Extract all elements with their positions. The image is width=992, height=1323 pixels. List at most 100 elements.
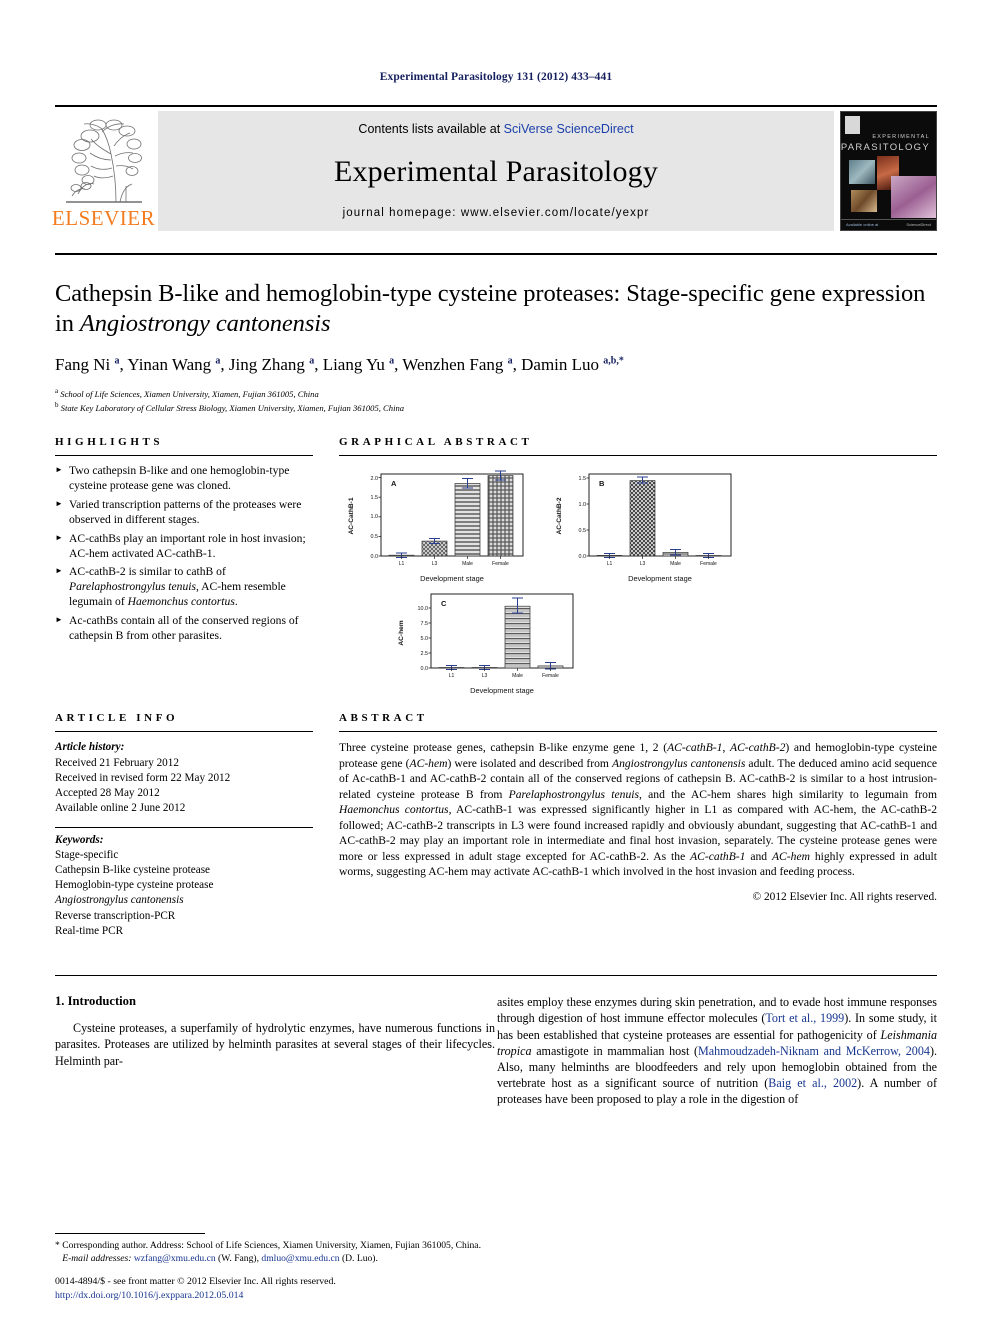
cover-divider bbox=[841, 219, 936, 220]
chart-c-xlabel: Development stage bbox=[470, 686, 534, 695]
highlights-list: Two cathepsin B-like and one hemoglobin-… bbox=[55, 464, 313, 643]
body-columns: 1. Introduction Cysteine proteases, a su… bbox=[55, 994, 937, 1107]
svg-text:L3: L3 bbox=[432, 561, 438, 567]
article-page: Experimental Parasitology 131 (2012) 433… bbox=[0, 0, 992, 1323]
cover-image-3 bbox=[891, 176, 936, 218]
author-affil-mark: a bbox=[507, 355, 513, 367]
citation-link[interactable]: Mahmoudzadeh-Niknam and McKerrow, 2004 bbox=[698, 1044, 930, 1058]
body-separator-rule bbox=[55, 975, 937, 977]
highlight-text: Two cathepsin B-like and one hemoglobin-… bbox=[69, 464, 290, 493]
cover-line-1: EXPERIMENTAL bbox=[872, 134, 930, 140]
svg-text:0.5: 0.5 bbox=[371, 534, 379, 540]
page-footer: 0014-4894/$ - see front matter © 2012 El… bbox=[55, 1275, 555, 1303]
highlight-text: Varied transcription patterns of the pro… bbox=[69, 498, 302, 526]
abstract-copyright: © 2012 Elsevier Inc. All rights reserved… bbox=[752, 891, 937, 904]
svg-text:0.0: 0.0 bbox=[371, 554, 379, 560]
cover-publisher-mark bbox=[845, 116, 860, 134]
email-link-2[interactable]: dmluo@xmu.edu.cn bbox=[261, 1253, 339, 1264]
chart-a-svg: 0.0 0.5 1.0 1.5 2.0 A L1 L3 Male Female … bbox=[348, 470, 524, 583]
article-info-column: ARTICLE INFO Article history: Received 2… bbox=[55, 712, 313, 949]
keywords-rule bbox=[55, 826, 313, 828]
list-item: AC-cathBs play an important role in host… bbox=[55, 532, 313, 562]
keyword-item: Cathepsin B-like cysteine protease bbox=[55, 864, 211, 877]
chart-row-bottom: 0.0 2.5 5.0 7.5 10.0 C L1 L3 Male Female… bbox=[339, 588, 937, 698]
email-owner-1: (W. Fang), bbox=[218, 1252, 259, 1264]
chart-b-xlabel: Development stage bbox=[628, 574, 692, 583]
highlight-text: AC-cathBs play an important role in host… bbox=[69, 531, 306, 560]
svg-text:L1: L1 bbox=[399, 561, 405, 567]
svg-text:0.0: 0.0 bbox=[579, 554, 587, 560]
author-affil-mark: a bbox=[114, 355, 120, 367]
journal-cover-thumbnail: EXPERIMENTAL PARASITOLOGY Available onli… bbox=[840, 111, 937, 231]
keyword-item: Reverse transcription-PCR bbox=[55, 909, 176, 922]
chart-panel-b: 0.0 0.5 1.0 1.5 B L1 L3 Male Female Deve… bbox=[547, 468, 737, 586]
keywords-group: Keywords: Stage-specific Cathepsin B-lik… bbox=[55, 833, 313, 940]
elsevier-tree-icon bbox=[65, 119, 142, 203]
intro-paragraph-left: Cysteine proteases, a superfamily of hyd… bbox=[55, 1021, 495, 1068]
cover-footer-left: Available online at bbox=[846, 222, 879, 227]
svg-text:Female: Female bbox=[700, 561, 717, 567]
chart-a-xlabel: Development stage bbox=[420, 574, 484, 583]
list-item: Ac-cathBs contain all of the conserved r… bbox=[55, 614, 313, 644]
footnote-rule bbox=[55, 1232, 205, 1234]
keyword-item: Angiostrongylus cantonensis bbox=[55, 894, 184, 907]
svg-text:L1: L1 bbox=[607, 561, 613, 567]
journal-title: Experimental Parasitology bbox=[333, 154, 659, 188]
affiliation-a: a School of Life Sciences, Xiamen Univer… bbox=[55, 386, 937, 400]
affiliation-b-text: State Key Laboratory of Cellular Stress … bbox=[60, 402, 405, 413]
articleinfo-abstract-strip: ARTICLE INFO Article history: Received 2… bbox=[55, 712, 937, 949]
panel-letter-b: B bbox=[599, 479, 605, 488]
affiliation-a-text: School of Life Sciences, Xiamen Universi… bbox=[60, 388, 319, 399]
contents-line: Contents lists available at SciVerse Sci… bbox=[358, 122, 633, 136]
issn-copyright-line: 0014-4894/$ - see front matter © 2012 El… bbox=[55, 1276, 336, 1288]
history-item: Available online 2 June 2012 bbox=[55, 802, 186, 815]
article-info-body: Article history: Received 21 February 20… bbox=[55, 740, 313, 939]
keyword-item: Hemoglobin-type cysteine protease bbox=[55, 879, 214, 892]
chart-panel-c: 0.0 2.5 5.0 7.5 10.0 C L1 L3 Male Female… bbox=[389, 588, 579, 698]
title-species: Angiostrongy cantonensis bbox=[79, 309, 331, 337]
svg-text:1.5: 1.5 bbox=[371, 495, 379, 501]
body-column-left: 1. Introduction Cysteine proteases, a su… bbox=[55, 994, 495, 1107]
chart-a-ylabel: AC-CathB-1 bbox=[348, 498, 355, 535]
svg-text:1.0: 1.0 bbox=[579, 502, 587, 508]
svg-text:Female: Female bbox=[542, 673, 559, 679]
contents-prefix: Contents lists available at bbox=[358, 122, 504, 136]
svg-text:Male: Male bbox=[512, 673, 523, 679]
cover-image-1 bbox=[849, 160, 875, 184]
svg-text:L1: L1 bbox=[449, 673, 455, 679]
running-head: Experimental Parasitology 131 (2012) 433… bbox=[379, 71, 613, 83]
highlights-rule bbox=[55, 455, 313, 457]
graphical-abstract-rule bbox=[339, 455, 937, 457]
highlights-column: HIGHLIGHTS Two cathepsin B-like and one … bbox=[55, 436, 313, 698]
citation-link[interactable]: Tort et al., 1999 bbox=[765, 1011, 844, 1025]
history-item: Received in revised form 22 May 2012 bbox=[55, 771, 231, 784]
panel-letter-a: A bbox=[391, 479, 397, 488]
highlights-heading: HIGHLIGHTS bbox=[55, 436, 164, 449]
highlights-graphical-strip: HIGHLIGHTS Two cathepsin B-like and one … bbox=[55, 436, 937, 698]
abstract-text: Three cysteine protease genes, cathepsin… bbox=[339, 741, 938, 879]
svg-text:L3: L3 bbox=[482, 673, 488, 679]
chart-panel-a: 0.0 0.5 1.0 1.5 2.0 A L1 L3 Male Female … bbox=[339, 468, 529, 586]
list-item: AC-cathB-2 is similar to cathB of Parela… bbox=[55, 565, 313, 609]
abstract-column: ABSTRACT Three cysteine protease genes, … bbox=[339, 712, 937, 949]
author-affil-mark: a bbox=[389, 355, 395, 367]
svg-text:Male: Male bbox=[462, 561, 473, 567]
cover-image-4 bbox=[851, 190, 877, 212]
corresponding-author-note: * Corresponding author. Address: School … bbox=[55, 1239, 495, 1265]
svg-text:Female: Female bbox=[492, 561, 509, 567]
body-column-right: asites employ these enzymes during skin … bbox=[497, 994, 937, 1107]
elsevier-wordmark: ELSEVIER bbox=[51, 206, 156, 230]
citation-link[interactable]: Baig et al., 2002 bbox=[768, 1076, 857, 1090]
email-link-1[interactable]: wzfang@xmu.edu.cn bbox=[134, 1253, 216, 1264]
author-list: Fang Ni a, Yinan Wang a, Jing Zhang a, L… bbox=[55, 354, 624, 374]
doi-link[interactable]: http://dx.doi.org/10.1016/j.exppara.2012… bbox=[55, 1289, 555, 1303]
highlight-text: Ac-cathBs contain all of the conserved r… bbox=[69, 613, 299, 642]
email-label: E-mail addresses: bbox=[62, 1252, 132, 1264]
keyword-item: Stage-specific bbox=[55, 848, 119, 861]
graphical-abstract-figure: 0.0 0.5 1.0 1.5 2.0 A L1 L3 Male Female … bbox=[339, 468, 937, 698]
svg-text:0.0: 0.0 bbox=[421, 666, 429, 672]
chart-b-ylabel: AC-CathB-2 bbox=[556, 498, 563, 535]
sciencedirect-link[interactable]: SciVerse ScienceDirect bbox=[504, 122, 634, 136]
svg-text:Male: Male bbox=[670, 561, 681, 567]
article-history: Article history: Received 21 February 20… bbox=[55, 740, 313, 816]
